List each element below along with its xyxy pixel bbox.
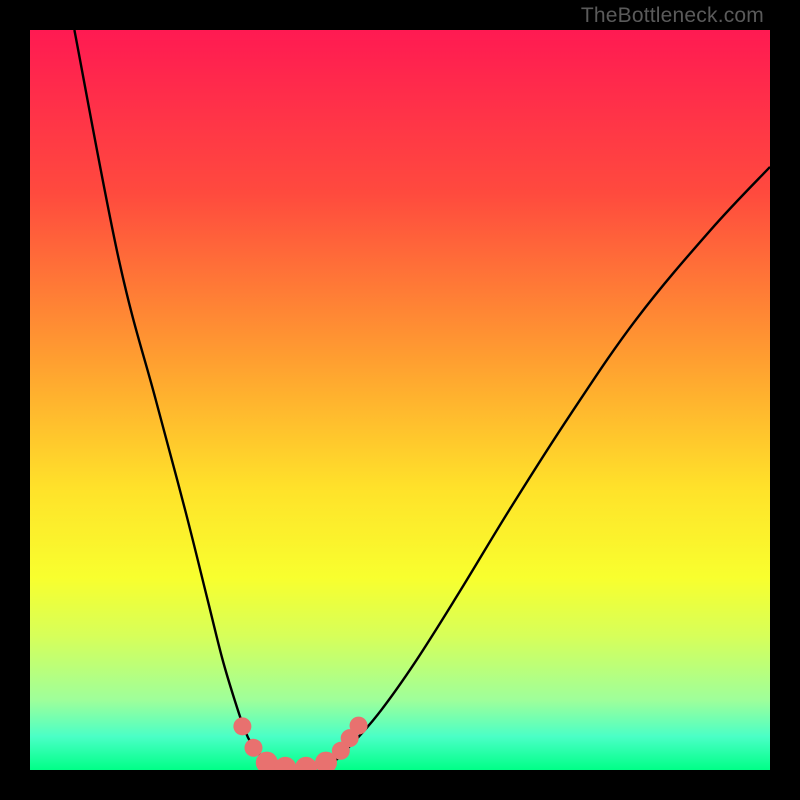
bottleneck-curve — [74, 30, 770, 768]
curve-marker — [295, 757, 317, 770]
curve-layer — [30, 30, 770, 770]
curve-markers — [233, 717, 367, 770]
curve-marker — [244, 739, 262, 757]
curve-marker — [233, 717, 251, 735]
plot-area — [30, 30, 770, 770]
curve-marker — [350, 717, 368, 735]
chart-frame: TheBottleneck.com — [0, 0, 800, 800]
watermark-text: TheBottleneck.com — [581, 4, 764, 28]
curve-marker — [274, 757, 296, 770]
